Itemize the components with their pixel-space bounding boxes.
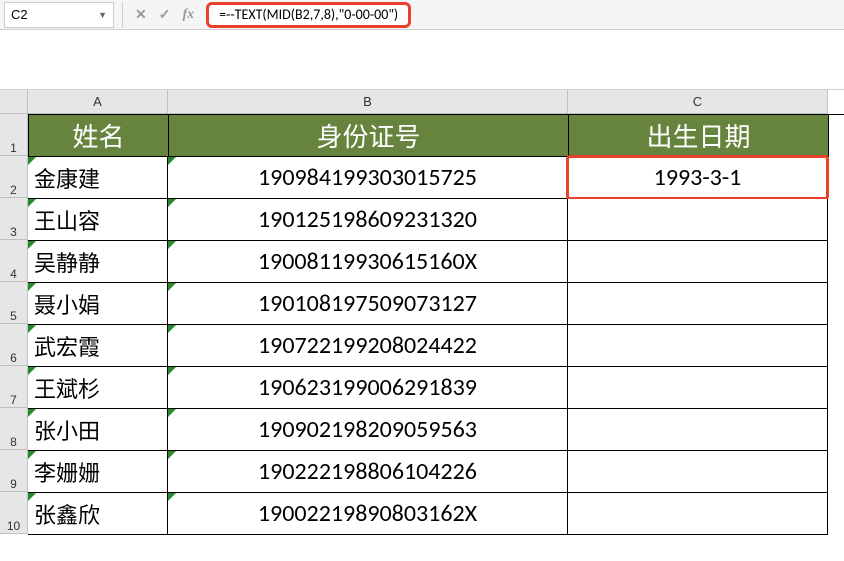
error-indicator-icon (168, 325, 176, 333)
row-header-2[interactable]: 2 (0, 156, 28, 198)
error-indicator-icon (168, 493, 176, 501)
table-row: 金康建 190984199303015725 1993-3-1 (28, 157, 844, 199)
row-header-3[interactable]: 3 (0, 198, 28, 240)
cell-a5[interactable]: 聂小娟 (28, 283, 168, 325)
cell-b6[interactable]: 190722199208024422 (168, 325, 568, 367)
error-indicator-icon (28, 367, 36, 375)
table-row: 张鑫欣 19002219890803162X (28, 493, 844, 535)
error-indicator-icon (168, 199, 176, 207)
table-row: 王斌杉 190623199006291839 (28, 367, 844, 409)
table-row: 聂小娟 190108197509073127 (28, 283, 844, 325)
row-header-4[interactable]: 4 (0, 240, 28, 282)
cell-a9[interactable]: 李姗姗 (28, 451, 168, 493)
row-header-10[interactable]: 10 (0, 492, 28, 534)
error-indicator-icon (168, 283, 176, 291)
row-header-7[interactable]: 7 (0, 366, 28, 408)
header-cell-dob[interactable]: 出生日期 (569, 115, 829, 157)
row-header-1[interactable]: 1 (0, 114, 28, 156)
col-header-c[interactable]: C (568, 90, 828, 114)
error-indicator-icon (28, 241, 36, 249)
formula-text: =--TEXT(MID(B2,7,8),"0-00-00") (219, 6, 398, 23)
row-header-6[interactable]: 6 (0, 324, 28, 366)
cell-c4[interactable] (568, 241, 828, 283)
select-all-corner[interactable] (0, 90, 28, 114)
cell-a8[interactable]: 张小田 (28, 409, 168, 451)
spreadsheet-grid: 1 2 3 4 5 6 7 8 9 10 A B C 姓名 身份证号 出生日期 … (0, 90, 844, 535)
col-header-b[interactable]: B (168, 90, 568, 114)
formula-input[interactable]: =--TEXT(MID(B2,7,8),"0-00-00") (206, 2, 411, 28)
table-row: 武宏霞 190722199208024422 (28, 325, 844, 367)
row-header-8[interactable]: 8 (0, 408, 28, 450)
row-header-column: 1 2 3 4 5 6 7 8 9 10 (0, 90, 28, 535)
header-cell-name[interactable]: 姓名 (29, 115, 169, 157)
cell-a6[interactable]: 武宏霞 (28, 325, 168, 367)
row-header-9[interactable]: 9 (0, 450, 28, 492)
cell-b7[interactable]: 190623199006291839 (168, 367, 568, 409)
formula-bar: C2 ▼ ✕ ✓ fx =--TEXT(MID(B2,7,8),"0-00-00… (0, 0, 844, 30)
table-row: 吴静静 19008119930615160X (28, 241, 844, 283)
cancel-icon[interactable]: ✕ (135, 6, 147, 23)
confirm-icon[interactable]: ✓ (159, 6, 171, 23)
error-indicator-icon (168, 451, 176, 459)
cell-b3[interactable]: 190125198609231320 (168, 199, 568, 241)
cell-a7[interactable]: 王斌杉 (28, 367, 168, 409)
cell-a3[interactable]: 王山容 (28, 199, 168, 241)
error-indicator-icon (28, 493, 36, 501)
header-cell-id[interactable]: 身份证号 (169, 115, 569, 157)
fx-icon[interactable]: fx (182, 7, 194, 23)
cell-c9[interactable] (568, 451, 828, 493)
cell-a2[interactable]: 金康建 (28, 157, 168, 199)
divider (122, 2, 123, 28)
column-headers: A B C (28, 90, 844, 114)
cell-b9[interactable]: 190222198806104226 (168, 451, 568, 493)
cell-c8[interactable] (568, 409, 828, 451)
cell-b4[interactable]: 19008119930615160X (168, 241, 568, 283)
error-indicator-icon (28, 283, 36, 291)
cell-b2[interactable]: 190984199303015725 (168, 157, 568, 199)
cell-c6[interactable] (568, 325, 828, 367)
error-indicator-icon (28, 451, 36, 459)
cell-c7[interactable] (568, 367, 828, 409)
name-box[interactable]: C2 ▼ (4, 2, 114, 28)
cell-reference: C2 (11, 7, 28, 22)
formula-bar-buttons: ✕ ✓ fx (127, 6, 202, 23)
error-indicator-icon (28, 409, 36, 417)
error-indicator-icon (28, 199, 36, 207)
cell-c10[interactable] (568, 493, 828, 535)
error-indicator-icon (28, 157, 36, 165)
error-indicator-icon (168, 157, 176, 165)
table-row: 张小田 190902198209059563 (28, 409, 844, 451)
col-header-a[interactable]: A (28, 90, 168, 114)
header-row: 姓名 身份证号 出生日期 (28, 114, 844, 157)
error-indicator-icon (168, 409, 176, 417)
cell-a10[interactable]: 张鑫欣 (28, 493, 168, 535)
cell-b10[interactable]: 19002219890803162X (168, 493, 568, 535)
cell-c2[interactable]: 1993-3-1 (568, 157, 828, 199)
ribbon-spacer (0, 30, 844, 90)
cell-b8[interactable]: 190902198209059563 (168, 409, 568, 451)
chevron-down-icon[interactable]: ▼ (98, 10, 107, 20)
table-row: 李姗姗 190222198806104226 (28, 451, 844, 493)
table-row: 王山容 190125198609231320 (28, 199, 844, 241)
error-indicator-icon (28, 325, 36, 333)
error-indicator-icon (168, 367, 176, 375)
cell-a4[interactable]: 吴静静 (28, 241, 168, 283)
cell-c5[interactable] (568, 283, 828, 325)
cell-c3[interactable] (568, 199, 828, 241)
row-header-5[interactable]: 5 (0, 282, 28, 324)
cell-b5[interactable]: 190108197509073127 (168, 283, 568, 325)
error-indicator-icon (168, 241, 176, 249)
